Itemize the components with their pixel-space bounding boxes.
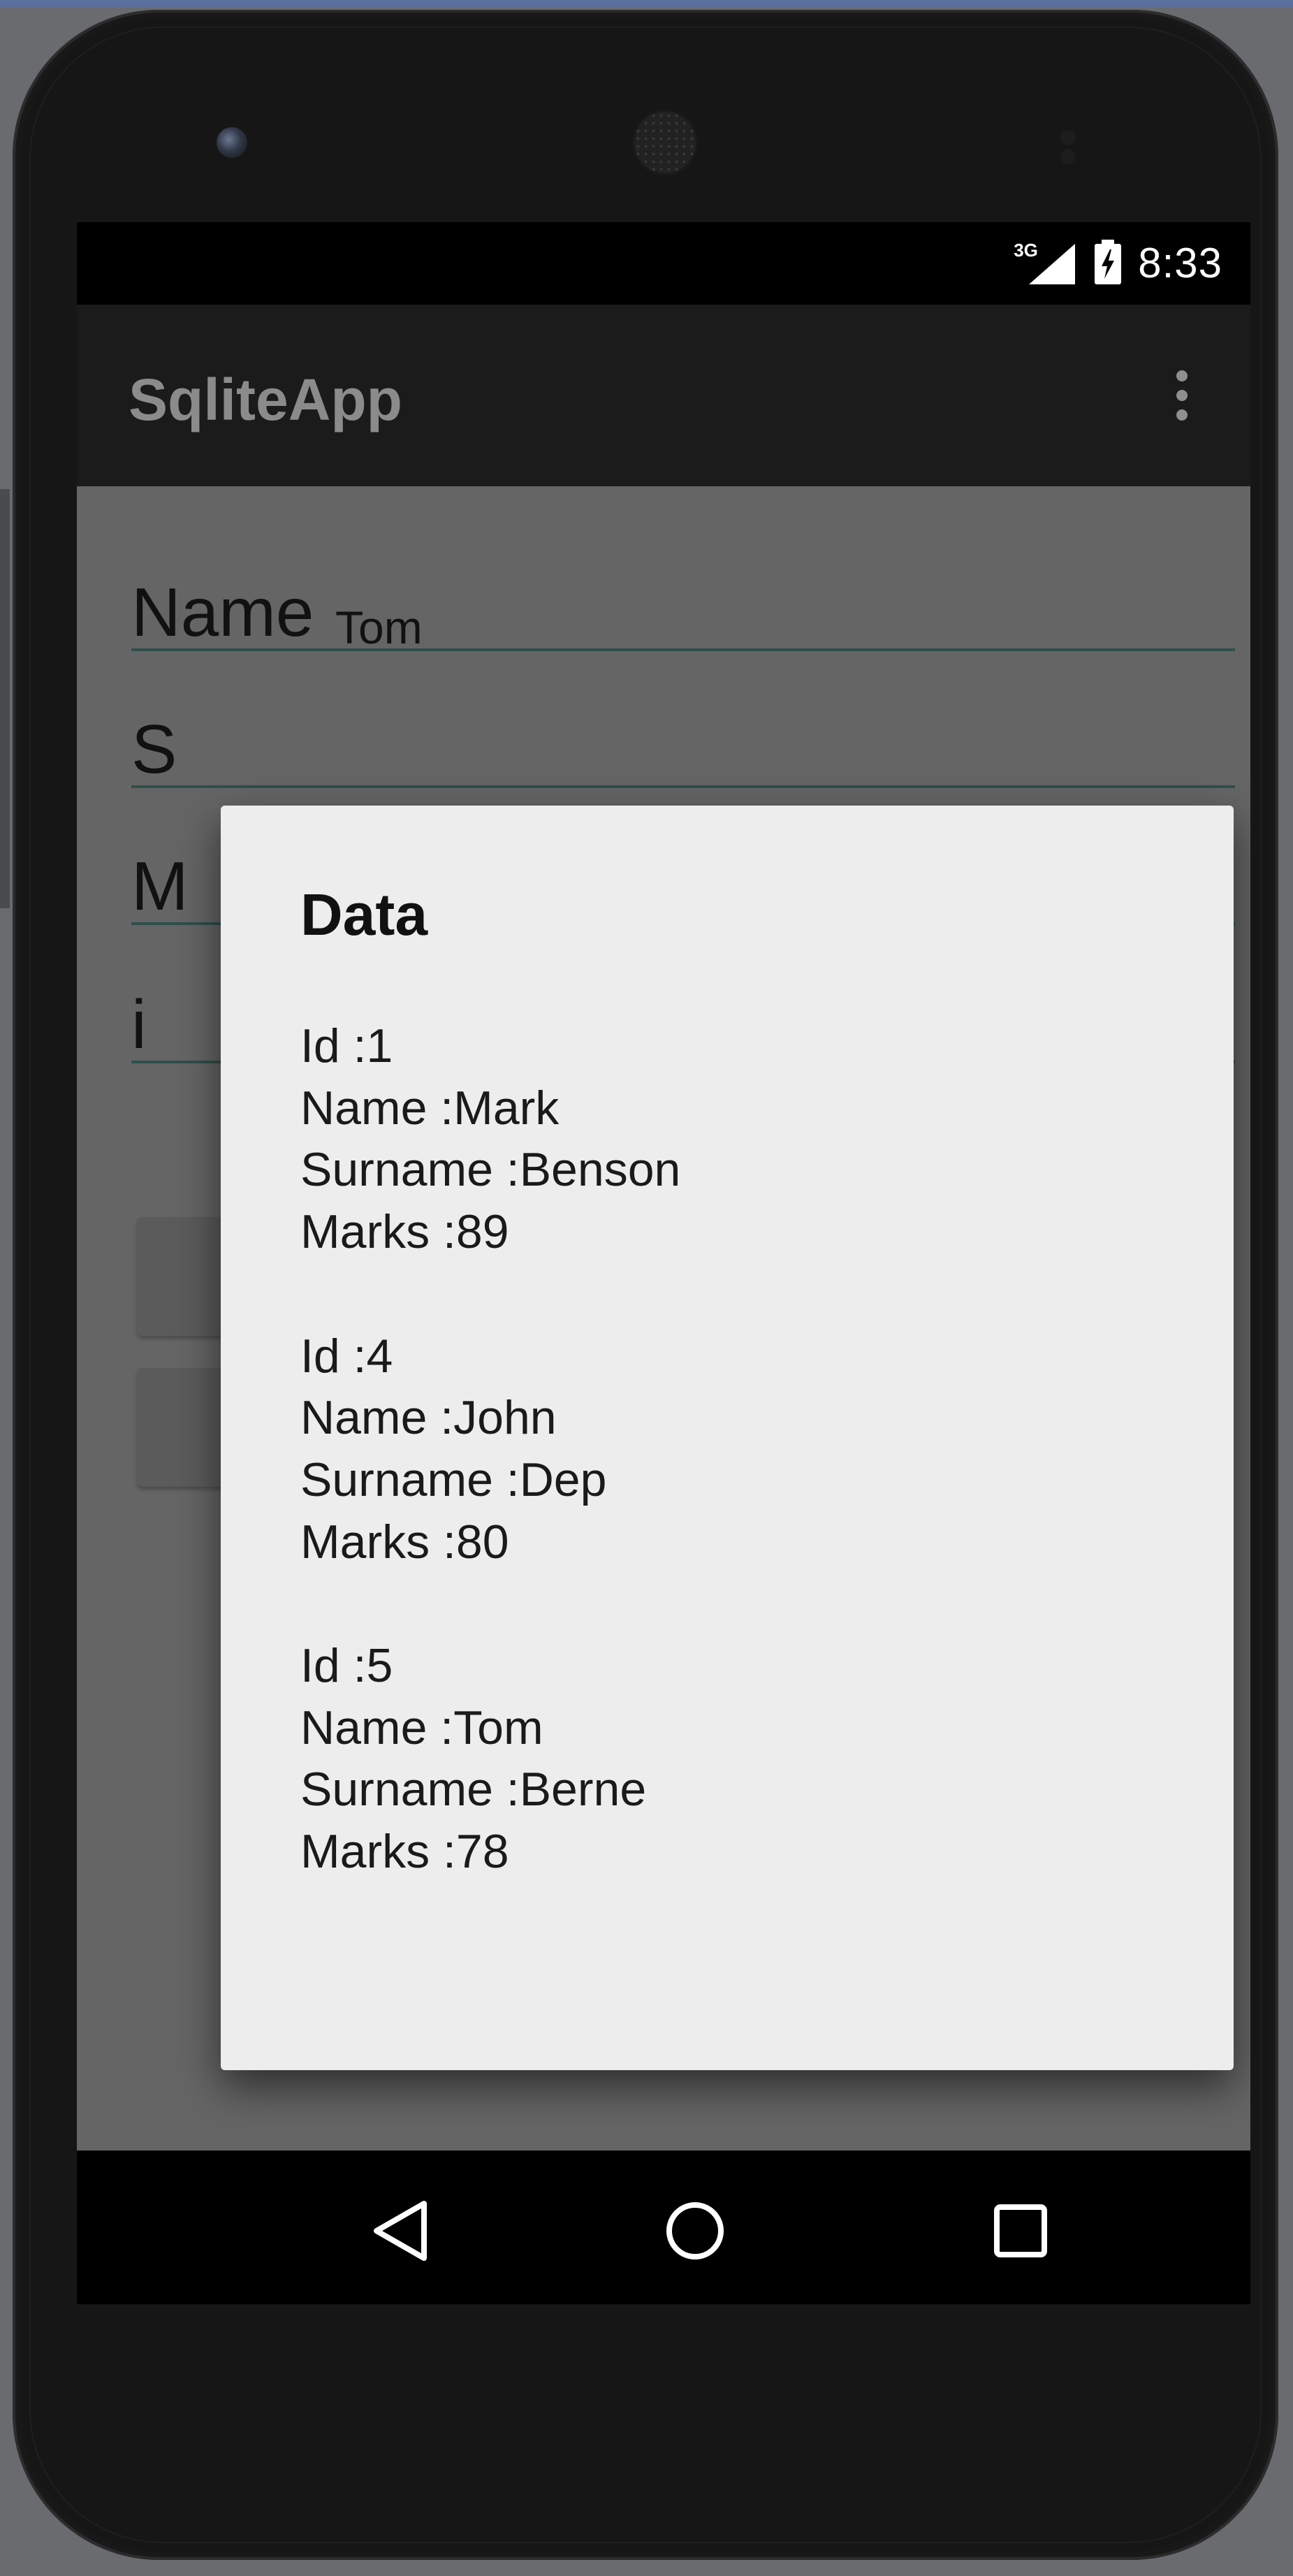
app-bar: SqliteApp [77, 305, 1250, 486]
proximity-sensors [1060, 130, 1116, 164]
record-id: Id :4 [300, 1329, 393, 1383]
surname-field[interactable]: S [131, 665, 1235, 791]
desktop-background-strip [0, 0, 1293, 7]
more-vert-icon[interactable] [1175, 370, 1189, 429]
battery-charging-icon [1093, 240, 1123, 286]
signal-3g-icon: 3G [1014, 238, 1078, 287]
record-marks: Marks :80 [300, 1515, 509, 1569]
earpiece-speaker-icon [634, 112, 696, 173]
name-field[interactable]: Name Tom [131, 528, 1235, 654]
recents-square-icon[interactable] [989, 2199, 1052, 2262]
record-item: Id :1 Name :Mark Surname :Benson Marks :… [300, 1015, 680, 1263]
navigation-bar [77, 2151, 1250, 2304]
record-id: Id :1 [300, 1019, 393, 1072]
home-circle-icon[interactable] [664, 2199, 726, 2262]
device-screen: 3G 8:33 SqliteApp Name Tom S M i Data Id… [77, 222, 1250, 2304]
record-surname: Surname :Dep [300, 1453, 607, 1506]
record-name: Name :John [300, 1391, 557, 1445]
record-surname: Surname :Benson [300, 1143, 681, 1197]
status-icons: 3G 8:33 [1014, 235, 1222, 291]
record-marks: Marks :78 [300, 1825, 509, 1879]
surname-field-underline [131, 785, 1235, 788]
app-title: SqliteApp [129, 367, 402, 432]
back-triangle-icon[interactable] [369, 2199, 432, 2262]
data-dialog: Data Id :1 Name :Mark Surname :Benson Ma… [221, 806, 1234, 2070]
status-time: 8:33 [1138, 239, 1222, 286]
name-label: Name [131, 574, 314, 650]
desktop-background-edge [0, 489, 10, 908]
marks-label: M [131, 847, 189, 924]
record-surname: Surname :Berne [300, 1763, 647, 1817]
name-field-underline [131, 648, 1235, 651]
phone-frame: 3G 8:33 SqliteApp Name Tom S M i Data Id… [13, 10, 1278, 2560]
front-camera-icon [217, 127, 247, 158]
record-name: Name :Tom [300, 1701, 543, 1754]
record-name: Name :Mark [300, 1081, 560, 1135]
surname-label: S [131, 711, 177, 787]
status-bar: 3G 8:33 [77, 222, 1250, 305]
name-input-value: Tom [335, 602, 423, 653]
dialog-message: Id :1 Name :Mark Surname :Benson Marks :… [300, 1015, 680, 1945]
record-item: Id :5 Name :Tom Surname :Berne Marks :78 [300, 1635, 680, 1883]
id-label: i [131, 986, 147, 1063]
dialog-title: Data [300, 882, 428, 947]
record-item: Id :4 Name :John Surname :Dep Marks :80 [300, 1325, 680, 1573]
record-marks: Marks :89 [300, 1205, 509, 1259]
record-id: Id :5 [300, 1639, 393, 1692]
